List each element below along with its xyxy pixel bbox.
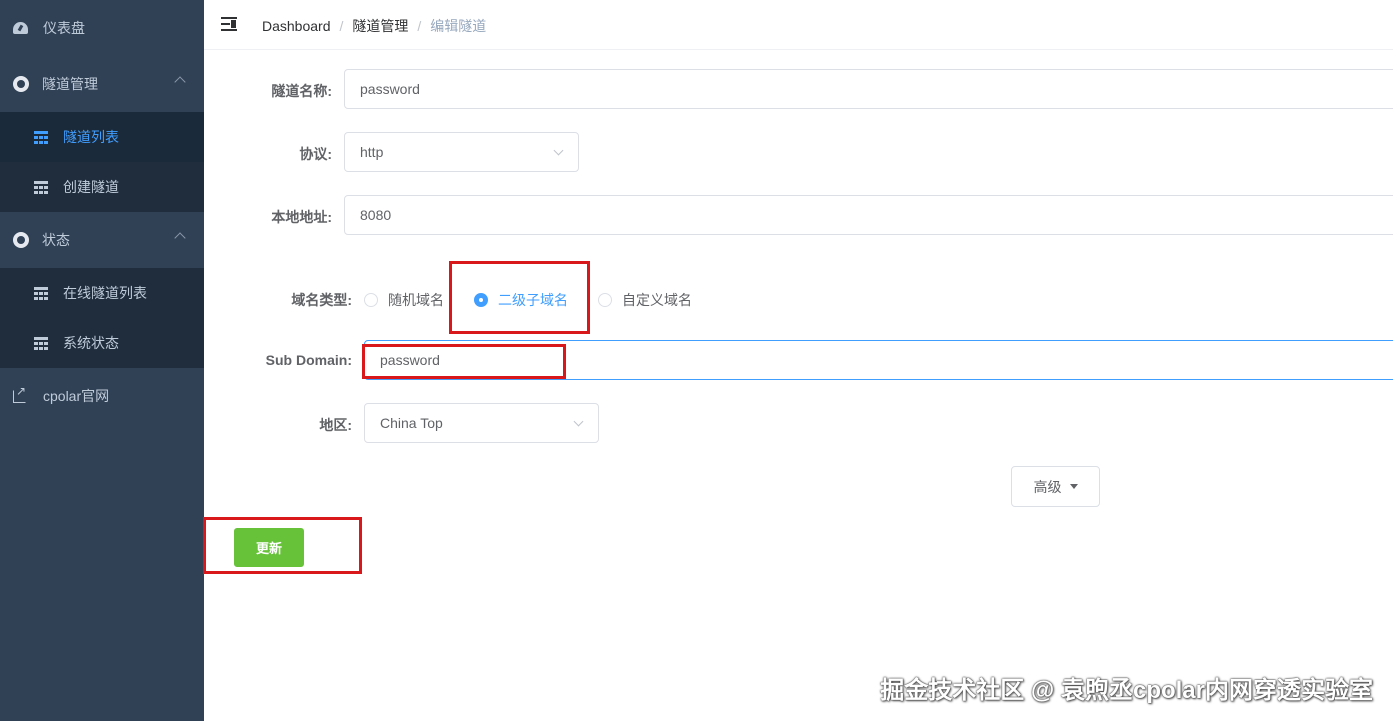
breadcrumb-separator: / — [417, 18, 422, 34]
advanced-label: 高级 — [1033, 478, 1062, 495]
chevron-up-icon — [174, 232, 186, 244]
grid-icon — [34, 336, 48, 350]
external-link-icon — [13, 384, 26, 403]
region-label: 地区: — [319, 417, 352, 433]
tunnel-name-label: 隧道名称: — [271, 83, 332, 99]
breadcrumb-separator: / — [339, 18, 344, 34]
menu-label: 创建隧道 — [63, 179, 119, 195]
grid-icon — [34, 130, 48, 144]
breadcrumb-tunnel-management[interactable]: 隧道管理 — [352, 18, 408, 34]
grid-icon — [34, 286, 48, 300]
grid-icon — [34, 180, 48, 194]
caret-down-icon — [1069, 484, 1078, 489]
radio-circle — [598, 293, 612, 307]
protocol-select[interactable]: http — [344, 132, 579, 172]
region-value: China Top — [380, 415, 443, 431]
radio-label: 随机域名 — [388, 292, 444, 308]
sidebar-item-system-status[interactable]: 系统状态 — [0, 318, 204, 368]
status-icon — [13, 232, 29, 248]
chevron-up-icon — [174, 76, 186, 88]
sidebar-item-tunnel-list[interactable]: 隧道列表 — [0, 112, 204, 162]
menu-label: 隧道列表 — [63, 129, 119, 145]
menu-group-status[interactable]: 状态 — [0, 212, 204, 268]
highlight-box-subdomain-radio — [449, 261, 590, 334]
menu-item-website[interactable]: cpolar官网 — [0, 368, 204, 424]
menu-label: 隧道管理 — [42, 76, 98, 92]
radio-circle — [364, 293, 378, 307]
sidebar: 仪表盘 隧道管理 隧道列表 创建隧道 状态 在线隧道列表 系统状态 cpolar… — [0, 0, 204, 721]
highlight-box-subdomain-input — [362, 344, 566, 379]
radio-random-domain[interactable]: 随机域名 — [364, 290, 444, 310]
navbar: Dashboard / 隧道管理 / 编辑隧道 — [204, 0, 1393, 50]
region-select[interactable]: China Top — [364, 403, 599, 443]
menu-item-dashboard[interactable]: 仪表盘 — [0, 0, 204, 56]
sidebar-item-create-tunnel[interactable]: 创建隧道 — [0, 162, 204, 212]
sidebar-item-online-tunnels[interactable]: 在线隧道列表 — [0, 268, 204, 318]
menu-label: cpolar官网 — [43, 388, 110, 404]
radio-custom-domain[interactable]: 自定义域名 — [598, 290, 692, 310]
menu-group-tunnel-management[interactable]: 隧道管理 — [0, 56, 204, 112]
chevron-down-icon — [553, 145, 564, 156]
local-address-label: 本地地址: — [271, 209, 332, 225]
menu-label: 状态 — [42, 232, 70, 248]
menu-label: 在线隧道列表 — [63, 285, 147, 301]
hamburger-icon[interactable] — [221, 17, 237, 31]
dashboard-icon — [13, 22, 28, 34]
breadcrumb-current: 编辑隧道 — [430, 18, 487, 34]
protocol-value: http — [360, 144, 384, 160]
breadcrumb-dashboard[interactable]: Dashboard — [262, 18, 331, 34]
watermark: 掘金技术社区 @ 袁煦丞cpolar内网穿透实验室 — [880, 677, 1373, 704]
tunnel-management-icon — [13, 76, 29, 92]
breadcrumb: Dashboard / 隧道管理 / 编辑隧道 — [262, 16, 486, 36]
domain-type-label: 域名类型: — [291, 292, 352, 308]
chevron-down-icon — [573, 416, 584, 427]
advanced-dropdown-button[interactable]: 高级 — [1011, 466, 1100, 507]
local-address-input[interactable]: 8080 — [344, 195, 1393, 235]
menu-label: 仪表盘 — [43, 20, 85, 36]
highlight-box-update-button — [203, 517, 362, 574]
radio-label: 自定义域名 — [622, 292, 692, 308]
subdomain-label: Sub Domain: — [265, 352, 352, 368]
menu-label: 系统状态 — [63, 335, 119, 351]
protocol-label: 协议: — [299, 146, 332, 162]
tunnel-name-input[interactable]: password — [344, 69, 1393, 109]
